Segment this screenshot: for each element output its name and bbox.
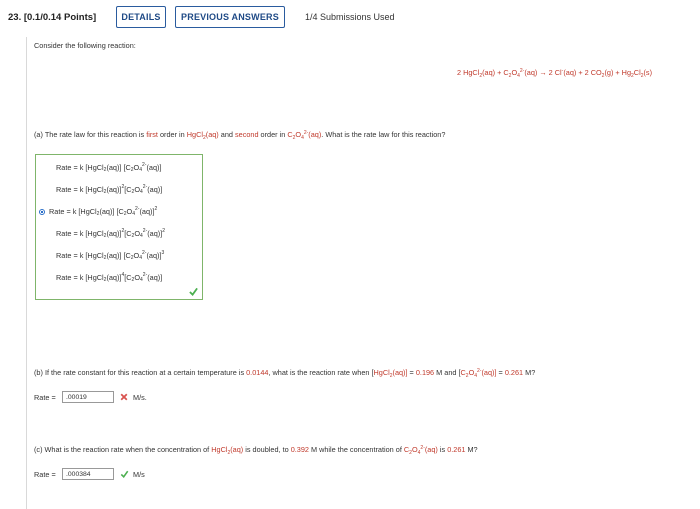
- choice-option-4[interactable]: Rate = k [HgCl 2 (aq)] 2 [C 2 O 4 2- (aq)] 2: [46, 228, 165, 238]
- question-body: Consider the following reaction: 2 HgCl2…: [26, 37, 700, 509]
- choice-option-3[interactable]: Rate = k [HgCl 2 (aq)] [C 2 O 4 2- (aq)] 2: [39, 206, 157, 216]
- previous-answers-button[interactable]: PREVIOUS ANSWERS: [175, 6, 285, 28]
- part-c-prompt: (c) What is the reaction rate when the c…: [34, 445, 478, 456]
- question-header: 23. [0.1/0.14 Points] DETAILS PREVIOUS A…: [0, 0, 700, 36]
- radio-button[interactable]: [46, 253, 52, 259]
- incorrect-x-icon: [120, 393, 128, 401]
- part-b-prompt: (b) If the rate constant for this reacti…: [34, 368, 536, 379]
- question-points-label: 23. [0.1/0.14 Points]: [8, 12, 97, 23]
- radio-button[interactable]: [46, 275, 52, 281]
- radio-button[interactable]: [46, 187, 52, 193]
- part-c-answer-input[interactable]: .000384: [62, 468, 114, 480]
- part-a-prompt: (a) The rate law for this reaction is fi…: [34, 130, 446, 141]
- part-c-rate-label: Rate =: [34, 470, 56, 479]
- part-b-rate-label: Rate =: [34, 393, 56, 402]
- choice-option-1[interactable]: Rate = k [HgCl 2 (aq)] [C 2 O 4 2- (aq)]: [46, 162, 161, 172]
- radio-button[interactable]: [46, 231, 52, 237]
- choice-option-2[interactable]: Rate = k [HgCl 2 (aq)] 2 [C 2 O 4 2- (aq)]: [46, 184, 162, 194]
- question-intro: Consider the following reaction:: [34, 41, 136, 50]
- rate-law-choices: Rate = k [HgCl 2 (aq)] [C 2 O 4 2- (aq)] Rate =…: [35, 154, 203, 300]
- radio-button-selected[interactable]: [39, 208, 45, 215]
- radio-button[interactable]: [46, 165, 52, 171]
- part-b-answer-input[interactable]: .00019: [62, 391, 114, 403]
- correct-check-icon: [189, 287, 198, 296]
- choice-option-6[interactable]: Rate = k [HgCl 2 (aq)] 4 [C 2 O 4 2- (aq)]: [46, 272, 162, 282]
- choice-option-5[interactable]: Rate = k [HgCl 2 (aq)] [C 2 O 4 2- (aq)] 3: [46, 250, 164, 260]
- correct-check-icon: [120, 470, 129, 478]
- submissions-count: 1/4 Submissions Used: [305, 12, 395, 22]
- part-b-unit: M/s.: [133, 393, 147, 402]
- part-c-unit: M/s: [133, 470, 145, 479]
- reaction-equation: 2 HgCl2(aq) + C2O42-(aq) → 2 Cl-(aq) + 2…: [457, 68, 652, 79]
- details-button[interactable]: DETAILS: [116, 6, 166, 28]
